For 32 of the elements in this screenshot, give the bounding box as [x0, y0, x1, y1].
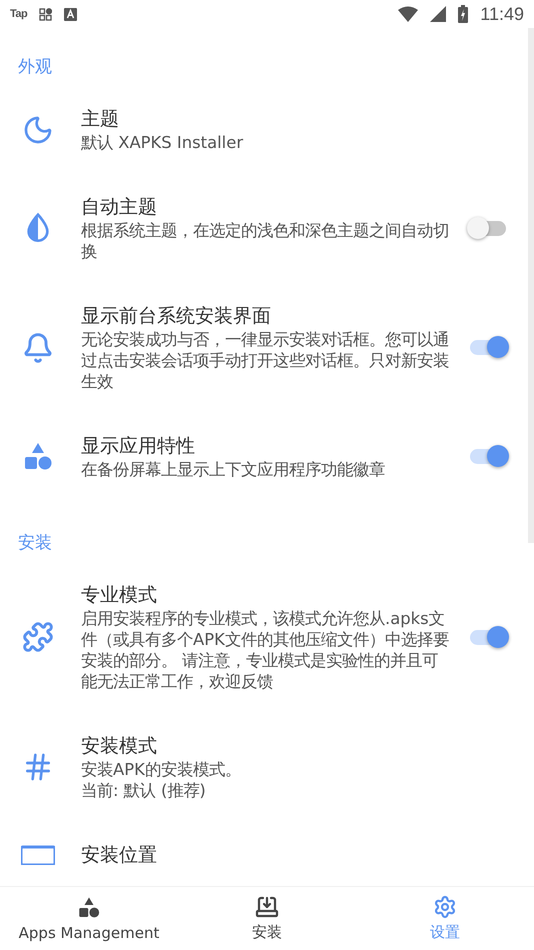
- setting-title[interactable]: 安装位置: [81, 842, 449, 868]
- shapes-icon: [77, 896, 101, 920]
- shapes-icon: [22, 440, 54, 472]
- setting-description: 安装APK的安装模式。: [81, 759, 242, 780]
- setting-title[interactable]: 显示应用特性: [81, 433, 449, 459]
- bell-icon: [22, 332, 54, 364]
- setting-description: 在备份屏幕上显示上下文应用程序功能徽章: [81, 459, 386, 480]
- setting-title[interactable]: 安装模式: [81, 733, 449, 759]
- current-value: 当前: 默认 (推荐): [81, 780, 207, 801]
- setting-title[interactable]: 专业模式: [81, 582, 449, 608]
- setting-description: 默认 XAPKS Installer: [81, 132, 244, 153]
- section-header: 外观: [17, 56, 53, 79]
- setting-title[interactable]: 主题: [81, 106, 449, 132]
- nav-tab[interactable]: Apps Management: [0, 887, 178, 950]
- keyboard-icon: [64, 8, 78, 20]
- puzzle-icon: [22, 621, 54, 653]
- setting-description: 无论安装成功与否，一律显示安装对话框。您可以通过点击安装会话项手动打开这些对话框。只对新安装生效: [81, 329, 449, 392]
- setting-description: 根据系统主题，在选定的浅色和深色主题之间自动切换: [81, 220, 449, 262]
- wifi-icon: [398, 6, 418, 22]
- setting-title[interactable]: 自动主题: [81, 194, 449, 220]
- moon-icon: [22, 114, 54, 146]
- app-label: Tap: [10, 8, 28, 20]
- setting-title[interactable]: 显示前台系统安装界面: [81, 303, 449, 329]
- setting-description: 启用安装程序的专业模式，该模式允许您从.apks文件（或具有多个APK文件的其他压缩文件）中选择要安装的部分。 请注意，专业模式是实验性的并且可能无法正常工作，欢迎反馈: [81, 608, 449, 692]
- battery-icon: [458, 5, 468, 23]
- section-header: 安装: [17, 532, 53, 555]
- grid-icon: [39, 8, 52, 20]
- settings-icon: [433, 895, 457, 919]
- archive-icon: [255, 895, 279, 919]
- clock-time: 11:49: [480, 4, 524, 24]
- nav-tab[interactable]: 安装: [178, 887, 356, 950]
- signal-icon: [430, 6, 446, 22]
